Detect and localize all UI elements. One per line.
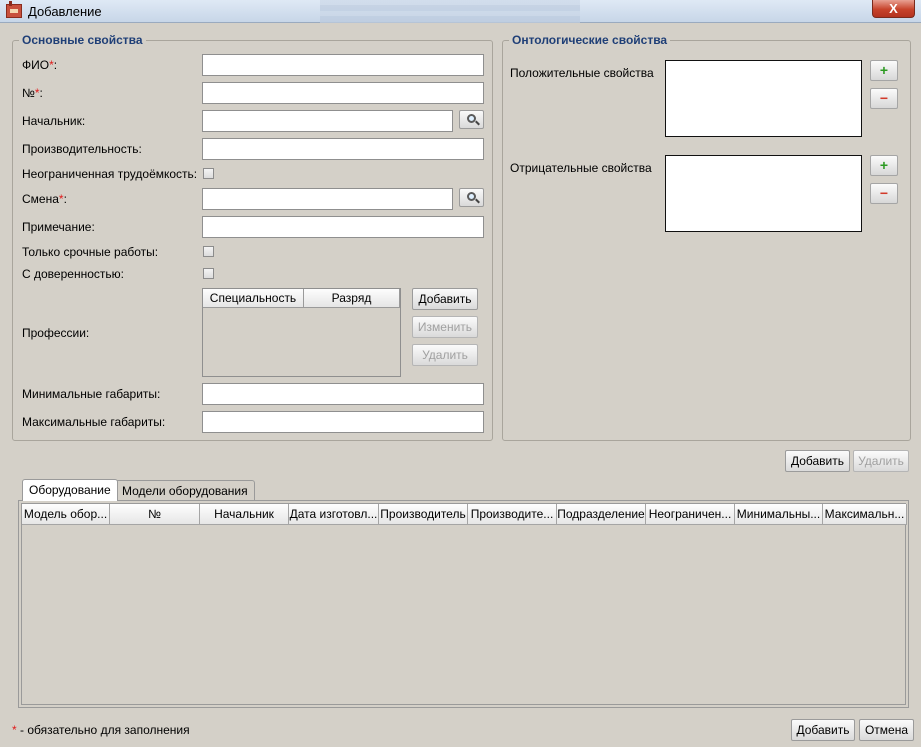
tab-equipment-models[interactable]: Модели оборудования <box>115 480 255 501</box>
ontological-properties-legend: Онтологические свойства <box>509 33 671 47</box>
productivity-field[interactable] <box>202 138 484 160</box>
dialog-add-button[interactable]: Добавить <box>791 719 855 741</box>
positive-remove-button[interactable]: − <box>870 88 898 109</box>
profession-add-button[interactable]: Добавить <box>412 288 478 310</box>
note-field[interactable] <box>202 216 484 238</box>
minus-icon: − <box>879 90 889 106</box>
column-header-manufacturer[interactable]: Производитель <box>379 504 468 525</box>
proxy-checkbox[interactable] <box>203 268 214 279</box>
number-field[interactable] <box>202 82 484 104</box>
chief-search-button[interactable] <box>459 110 484 129</box>
window-title: Добавление <box>28 4 102 19</box>
fio-field[interactable] <box>202 54 484 76</box>
column-header-unlimited[interactable]: Неограничен... <box>646 504 735 525</box>
note-label: Примечание: <box>22 220 95 234</box>
column-header-specialty[interactable]: Специальность <box>203 289 304 308</box>
column-header-manufacture-date[interactable]: Дата изготовл... <box>289 504 379 525</box>
shift-field[interactable] <box>202 188 453 210</box>
column-header-chief[interactable]: Начальник <box>200 504 289 525</box>
required-note: * - обязательно для заполнения <box>12 723 190 737</box>
shift-label: Смена*: <box>22 192 67 206</box>
column-header-grade[interactable]: Разряд <box>304 289 400 308</box>
urgent-label: Только срочные работы: <box>22 245 159 259</box>
dialog-cancel-button[interactable]: Отмена <box>859 719 914 741</box>
plus-icon: + <box>879 157 889 173</box>
close-button[interactable]: X <box>872 0 915 18</box>
tab-equipment[interactable]: Оборудование <box>22 479 118 501</box>
negative-props-list[interactable] <box>665 155 862 232</box>
column-header-min-dims[interactable]: Минимальны... <box>735 504 823 525</box>
negative-remove-button[interactable]: − <box>870 183 898 204</box>
close-icon[interactable]: X <box>889 1 898 16</box>
positive-add-button[interactable]: + <box>870 60 898 81</box>
factory-icon <box>6 1 22 18</box>
professions-label: Профессии: <box>22 326 90 340</box>
column-header-department[interactable]: Подразделение <box>557 504 646 525</box>
professions-table[interactable]: Специальность Разряд <box>202 288 401 377</box>
profession-delete-button[interactable]: Удалить <box>412 344 478 366</box>
column-header-productivity[interactable]: Производите... <box>468 504 557 525</box>
max-dims-label: Максимальные габариты: <box>22 415 166 429</box>
unlimited-checkbox[interactable] <box>203 168 214 179</box>
column-header-model[interactable]: Модель обор... <box>22 504 110 525</box>
minus-icon: − <box>879 185 889 201</box>
fio-label: ФИО*: <box>22 58 58 72</box>
chief-field[interactable] <box>202 110 453 132</box>
negative-add-button[interactable]: + <box>870 155 898 176</box>
urgent-checkbox[interactable] <box>203 246 214 257</box>
positive-props-label: Положительные свойства <box>510 66 654 80</box>
proxy-label: С доверенностью: <box>22 267 124 281</box>
negative-props-label: Отрицательные свойства <box>510 161 652 175</box>
column-header-max-dims[interactable]: Максимальн... <box>823 504 907 525</box>
min-dims-field[interactable] <box>202 383 484 405</box>
min-dims-label: Минимальные габариты: <box>22 387 161 401</box>
equipment-table[interactable]: Модель обор... № Начальник Дата изготовл… <box>21 503 907 705</box>
profession-edit-button[interactable]: Изменить <box>412 316 478 338</box>
shift-search-button[interactable] <box>459 188 484 207</box>
positive-props-list[interactable] <box>665 60 862 137</box>
column-header-number[interactable]: № <box>110 504 200 525</box>
equipment-add-button[interactable]: Добавить <box>785 450 850 472</box>
equipment-delete-button[interactable]: Удалить <box>853 450 909 472</box>
unlimited-label: Неограниченная трудоёмкость: <box>22 167 198 181</box>
plus-icon: + <box>879 62 889 78</box>
productivity-label: Производительность: <box>22 142 142 156</box>
background-window-strip <box>320 0 580 23</box>
number-label: №*: <box>22 86 43 100</box>
main-properties-legend: Основные свойства <box>19 33 146 47</box>
chief-label: Начальник: <box>22 114 86 128</box>
equipment-tab-panel: Модель обор... № Начальник Дата изготовл… <box>18 500 909 708</box>
max-dims-field[interactable] <box>202 411 484 433</box>
title-bar: Добавление X <box>0 0 921 23</box>
